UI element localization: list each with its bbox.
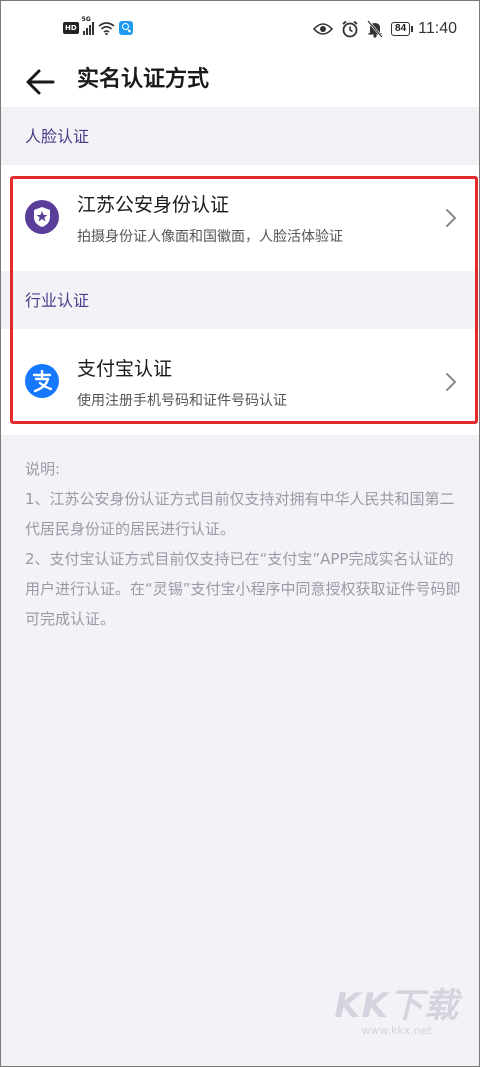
watermark-url: www.kkx.net (361, 1024, 432, 1037)
arrow-left-icon[interactable] (23, 65, 57, 99)
list-item-alipay[interactable]: 支付宝认证 使用注册手机号码和证件号码认证 (1, 329, 479, 435)
status-bar: HD 5G 84 11:40 (1, 1, 479, 57)
item-description: 使用注册手机号码和证件号码认证 (77, 393, 287, 409)
app-header: 实名认证方式 (1, 57, 479, 107)
notes-section: 说明: 1、江苏公安身份认证方式目前仅支持对拥有中华人民共和国第二代居民身份证的… (25, 454, 465, 634)
battery-icon: 84 (391, 22, 414, 36)
item-title: 江苏公安身份认证 (77, 194, 230, 216)
notes-line-1: 1、江苏公安身份认证方式目前仅支持对拥有中华人民共和国第二代居民身份证的居民进行… (25, 490, 455, 538)
alarm-icon (342, 20, 358, 38)
search-app-icon (118, 21, 133, 35)
item-title: 支付宝认证 (77, 358, 173, 380)
wifi-icon (98, 22, 115, 35)
alipay-icon (25, 364, 59, 398)
notes-line-2: 2、支付宝认证方式目前仅支持已在“支付宝”APP完成实名认证的用户进行认证。在“… (25, 550, 461, 628)
status-time: 11:40 (418, 20, 457, 37)
police-badge-icon (25, 200, 59, 234)
bell-muted-icon (367, 20, 383, 38)
eye-icon (313, 23, 334, 35)
status-bar-left: HD 5G (63, 16, 133, 35)
section-label-industry: 行业认证 (25, 291, 90, 310)
chevron-right-icon (446, 373, 456, 391)
item-description: 拍摄身份证人像面和国徽面，人脸活体验证 (77, 229, 343, 245)
notes-heading: 说明: (25, 460, 61, 478)
section-label-face: 人脸认证 (25, 127, 90, 146)
watermark: KK下载 www.kkx.net (334, 988, 459, 1038)
watermark-logo: KK下载 (334, 986, 459, 1026)
hd-icon: HD (63, 22, 79, 34)
network-type: 5G (81, 16, 91, 23)
signal-icon: 5G (82, 16, 94, 35)
page-title: 实名认证方式 (77, 67, 210, 92)
chevron-right-icon (446, 209, 456, 227)
list-item-jiangsu-police[interactable]: 江苏公安身份认证 拍摄身份证人像面和国徽面，人脸活体验证 (1, 165, 479, 271)
status-bar-right: 84 11:40 (313, 20, 457, 38)
